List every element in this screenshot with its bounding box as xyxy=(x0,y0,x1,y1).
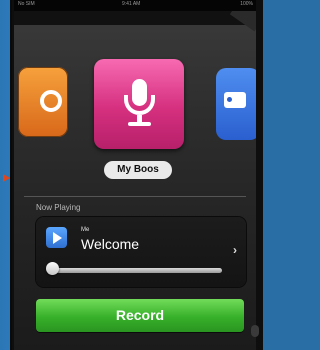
now-playing-label: Now Playing xyxy=(36,203,81,212)
carrier-text: No SIM xyxy=(18,1,35,7)
play-button[interactable] xyxy=(46,227,67,248)
time-text: 9:41 AM xyxy=(122,1,141,7)
ring-icon xyxy=(40,90,62,112)
page-background: No SIM 9:41 AM 100% My Boos Now Playing … xyxy=(0,0,263,350)
chevron-right-icon[interactable]: › xyxy=(233,243,237,257)
track-title: Welcome xyxy=(81,236,140,252)
top-band xyxy=(14,11,256,25)
battery-text: 100% xyxy=(240,1,253,7)
record-button[interactable]: Record xyxy=(36,299,244,332)
app-card-previous[interactable] xyxy=(18,67,68,137)
slider-thumb[interactable] xyxy=(46,262,59,275)
selected-app-name: My Boos xyxy=(104,161,172,179)
scroll-handle[interactable] xyxy=(251,325,259,337)
radio-icon xyxy=(224,92,246,108)
status-bar: No SIM 9:41 AM 100% xyxy=(14,0,256,11)
now-playing-card[interactable]: Me Welcome › xyxy=(36,217,246,287)
divider xyxy=(24,196,246,197)
track-artist: Me xyxy=(81,227,90,233)
progress-slider[interactable] xyxy=(48,268,222,273)
app-card-selected[interactable] xyxy=(94,59,184,149)
pointer-arrow-icon xyxy=(3,174,10,182)
app-card-next[interactable] xyxy=(216,68,256,140)
app-screen: My Boos Now Playing Me Welcome › Record xyxy=(14,11,256,350)
